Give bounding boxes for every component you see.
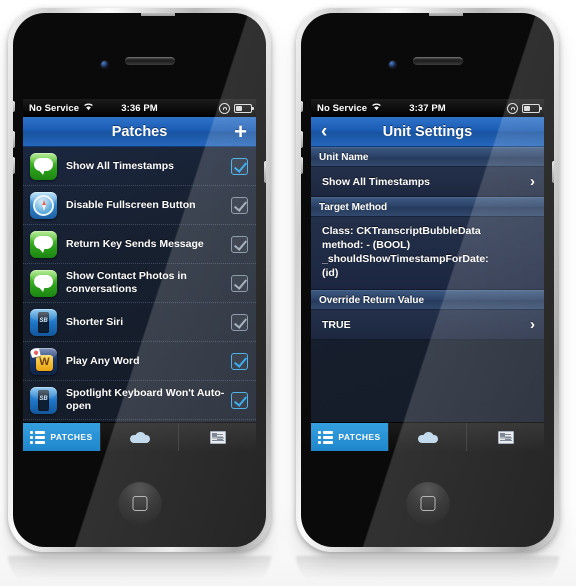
page-title: Patches	[111, 123, 168, 140]
power-button[interactable]	[429, 13, 463, 16]
ring-switch[interactable]	[301, 101, 303, 112]
target-method-value: Class: CKTranscriptBubbleData method: - …	[311, 217, 544, 290]
nav-bar-left: Patches +	[23, 117, 256, 147]
tab-cloud[interactable]	[389, 423, 467, 451]
phone-reflection-right	[296, 556, 559, 586]
news-icon	[497, 430, 514, 444]
front-camera-icon	[101, 61, 108, 68]
patch-toggle-checkbox[interactable]	[231, 235, 248, 253]
unit-name-value: Show All Timestamps	[322, 175, 430, 188]
list-icon	[318, 430, 334, 444]
chevron-right-icon: ›	[530, 173, 535, 190]
words-app-icon	[30, 347, 57, 375]
patch-toggle-checkbox[interactable]	[231, 352, 248, 370]
tab-cloud[interactable]	[101, 423, 179, 451]
earpiece-speaker	[125, 57, 175, 65]
list-item-label: Show Contact Photos in conversations	[66, 270, 187, 295]
section-header-unit-name: Unit Name	[311, 147, 544, 167]
screenshot-stage: No Service 3:36 PM Patches + Show All Ti…	[0, 0, 576, 586]
clock-label: 3:36 PM	[121, 102, 158, 114]
sim-tray	[264, 161, 266, 183]
home-button[interactable]	[118, 482, 161, 525]
list-item-label: Show All Timestamps	[66, 159, 174, 172]
volume-down-button[interactable]	[301, 157, 303, 174]
battery-icon	[522, 103, 542, 113]
override-return-value-row[interactable]: TRUE ›	[311, 310, 544, 340]
cloud-icon	[129, 431, 150, 443]
clock-label: 3:37 PM	[409, 102, 446, 114]
home-square-icon	[132, 496, 147, 511]
section-header-override-return-value: Override Return Value	[311, 290, 544, 310]
list-item[interactable]: Shorter Siri	[23, 303, 256, 342]
power-button[interactable]	[141, 13, 175, 16]
patch-toggle-checkbox[interactable]	[231, 196, 248, 214]
home-button[interactable]	[406, 482, 449, 525]
news-icon	[209, 430, 226, 444]
messages-app-icon	[30, 269, 57, 297]
tab-news[interactable]	[467, 423, 544, 451]
springboard-app-icon	[30, 386, 57, 414]
device-front-left: No Service 3:36 PM Patches + Show All Ti…	[13, 13, 266, 547]
front-camera-icon	[389, 61, 396, 68]
sim-tray	[552, 161, 554, 183]
volume-up-button[interactable]	[13, 131, 15, 148]
tab-patches[interactable]: PATCHES	[311, 423, 389, 451]
springboard-app-icon	[30, 308, 57, 336]
screen-left: No Service 3:36 PM Patches + Show All Ti…	[23, 99, 256, 451]
patch-toggle-checkbox[interactable]	[231, 157, 248, 175]
tab-patches[interactable]: PATCHES	[23, 423, 101, 451]
list-item-label: Return Key Sends Message	[66, 237, 204, 250]
cloud-icon	[417, 431, 438, 443]
unit-name-row[interactable]: Show All Timestamps ›	[311, 167, 544, 197]
status-bar-right: No Service 3:37 PM	[311, 99, 544, 117]
home-square-icon	[420, 496, 435, 511]
page-title: Unit Settings	[382, 123, 473, 140]
chevron-right-icon: ›	[530, 316, 535, 333]
tab-bar-right: PATCHES	[311, 422, 544, 451]
battery-icon	[234, 103, 254, 113]
list-item-label: Play Any Word	[66, 354, 140, 367]
earpiece-speaker	[413, 57, 463, 65]
volume-up-button[interactable]	[301, 131, 303, 148]
tab-news[interactable]	[179, 423, 256, 451]
list-item[interactable]: Spotlight Keyboard Won't Auto-open	[23, 381, 256, 420]
screen-right: No Service 3:37 PM ‹ Unit Settings Unit …	[311, 99, 544, 451]
messages-app-icon	[30, 152, 57, 180]
add-patch-button[interactable]: +	[234, 120, 247, 143]
tab-bar-left: PATCHES	[23, 422, 256, 451]
list-item-label: Disable Fullscreen Button	[66, 198, 196, 211]
list-item-label: Shorter Siri	[66, 315, 124, 328]
unit-settings-content: Unit Name Show All Timestamps › Target M…	[311, 147, 544, 422]
safari-app-icon	[30, 191, 57, 219]
list-icon	[30, 430, 46, 444]
device-front-right: No Service 3:37 PM ‹ Unit Settings Unit …	[301, 13, 554, 547]
nav-bar-right: ‹ Unit Settings	[311, 117, 544, 147]
override-return-value-text: TRUE	[322, 318, 351, 331]
iphone-device-left: No Service 3:36 PM Patches + Show All Ti…	[8, 8, 271, 552]
patch-toggle-checkbox[interactable]	[231, 274, 248, 292]
messages-app-icon	[30, 230, 57, 258]
tab-patches-label: PATCHES	[338, 432, 381, 442]
list-item[interactable]: Return Key Sends Message	[23, 225, 256, 264]
patch-list: Show All Timestamps Disable Fullscreen B…	[23, 147, 256, 422]
patch-toggle-checkbox[interactable]	[231, 313, 248, 331]
list-item-label: Spotlight Keyboard Won't Auto-open	[66, 387, 225, 412]
list-item[interactable]: Show Contact Photos in conversations	[23, 264, 256, 303]
status-bar-left: No Service 3:36 PM	[23, 99, 256, 117]
list-item[interactable]: Play Any Word	[23, 342, 256, 381]
ring-switch[interactable]	[13, 101, 15, 112]
list-item[interactable]: Disable Fullscreen Button	[23, 186, 256, 225]
volume-down-button[interactable]	[13, 157, 15, 174]
section-header-target-method: Target Method	[311, 197, 544, 217]
phone-reflection-left	[8, 556, 271, 586]
tab-patches-label: PATCHES	[50, 432, 93, 442]
iphone-device-right: No Service 3:37 PM ‹ Unit Settings Unit …	[296, 8, 559, 552]
list-item[interactable]: Show All Timestamps	[23, 147, 256, 186]
patch-toggle-checkbox[interactable]	[231, 391, 248, 409]
